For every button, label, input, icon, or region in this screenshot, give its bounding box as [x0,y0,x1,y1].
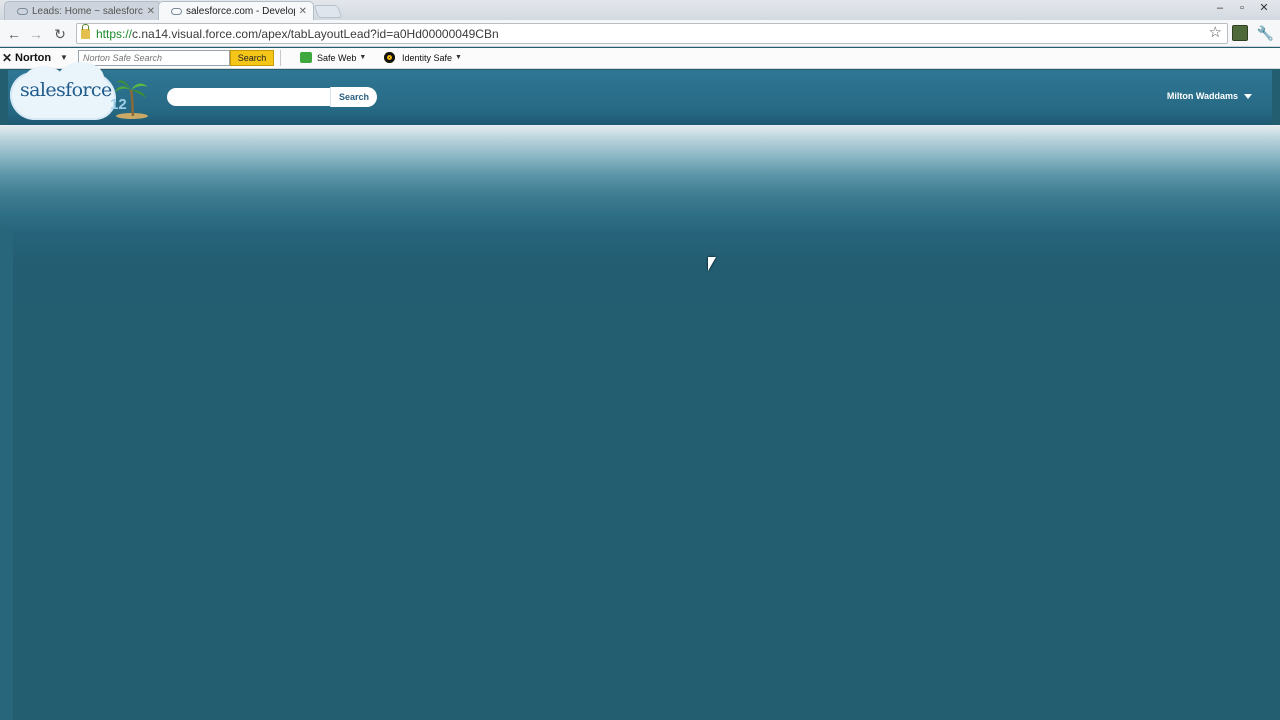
close-icon[interactable]: ✕ [2,51,12,65]
chevron-down-icon [1244,93,1252,99]
salesforce-header: salesforce 12 Search Milton Waddams [8,62,1272,125]
mouse-cursor-icon [708,257,716,271]
norton-search-input[interactable] [78,50,230,66]
browser-tab-leads[interactable]: Leads: Home ~ salesforce.c ✕ [4,1,162,20]
wrench-menu-icon[interactable]: 🔧 [1257,24,1274,42]
chevron-down-icon[interactable]: ▼ [60,53,68,62]
logo-text: salesforce [20,79,112,101]
extension-icon[interactable] [1232,25,1248,41]
bookmark-star-icon[interactable]: ☆ [1209,24,1222,42]
identity-safe-icon [384,52,395,63]
user-menu[interactable]: Milton Waddams [1167,91,1252,101]
search-input[interactable] [167,88,332,106]
norton-logo[interactable]: Norton [15,52,51,64]
url-scheme: https:// [96,26,133,41]
close-tab-icon[interactable]: ✕ [299,6,307,17]
safe-web-button[interactable]: Safe Web ▼ [300,52,366,63]
chevron-down-icon: ▼ [359,54,367,61]
norton-search-button[interactable]: Search [230,50,274,66]
address-bar[interactable]: https://c.na14.visual.force.com/apex/tab… [76,23,1228,44]
new-tab-button[interactable] [313,5,343,18]
toolbar-divider [280,50,281,66]
forward-button[interactable]: → [26,24,46,44]
browser-toolbar: ← → ↻ https://c.na14.visual.force.com/ap… [0,20,1280,47]
safe-web-icon [300,52,312,63]
close-tab-icon[interactable]: ✕ [147,6,155,17]
reload-button[interactable]: ↻ [50,24,70,44]
user-name: Milton Waddams [1166,91,1238,101]
cloud-favicon-icon [171,7,182,15]
browser-tab-strip: Leads: Home ~ salesforce.c ✕ salesforce.… [0,0,1280,20]
back-button[interactable]: ← [4,24,24,44]
url-path: c.na14.visual.force.com/apex/tabLayoutLe… [132,26,499,41]
salesforce-logo[interactable]: salesforce 12 [10,62,148,122]
lock-icon [81,23,90,39]
identity-safe-label: Identity Safe [402,52,453,63]
url-text: https://c.na14.visual.force.com/apex/tab… [96,27,499,41]
chevron-down-icon: ▼ [455,54,462,61]
safe-web-label: Safe Web [317,52,357,63]
identity-safe-button[interactable]: Identity Safe ▼ [384,52,462,63]
minimize-window-button[interactable]: – [1210,1,1230,16]
sidebar-edge [0,228,13,720]
search-button[interactable]: Search [330,87,377,107]
release-number: 12 [110,96,127,113]
close-window-button[interactable]: ✕ [1254,1,1274,16]
cloud-favicon-icon [17,7,28,15]
tab-title: Leads: Home ~ salesforce.c [32,5,143,17]
browser-tab-developer[interactable]: salesforce.com - Develope ✕ [158,1,314,20]
window-controls: – ▫ ✕ [1210,1,1274,16]
norton-toolbar: ✕ Norton ▼ Search Safe Web ▼ Identity Sa… [0,48,1280,69]
tab-title: salesforce.com - Develope [186,5,295,17]
divider [0,213,1280,216]
restore-window-button[interactable]: ▫ [1232,1,1252,16]
